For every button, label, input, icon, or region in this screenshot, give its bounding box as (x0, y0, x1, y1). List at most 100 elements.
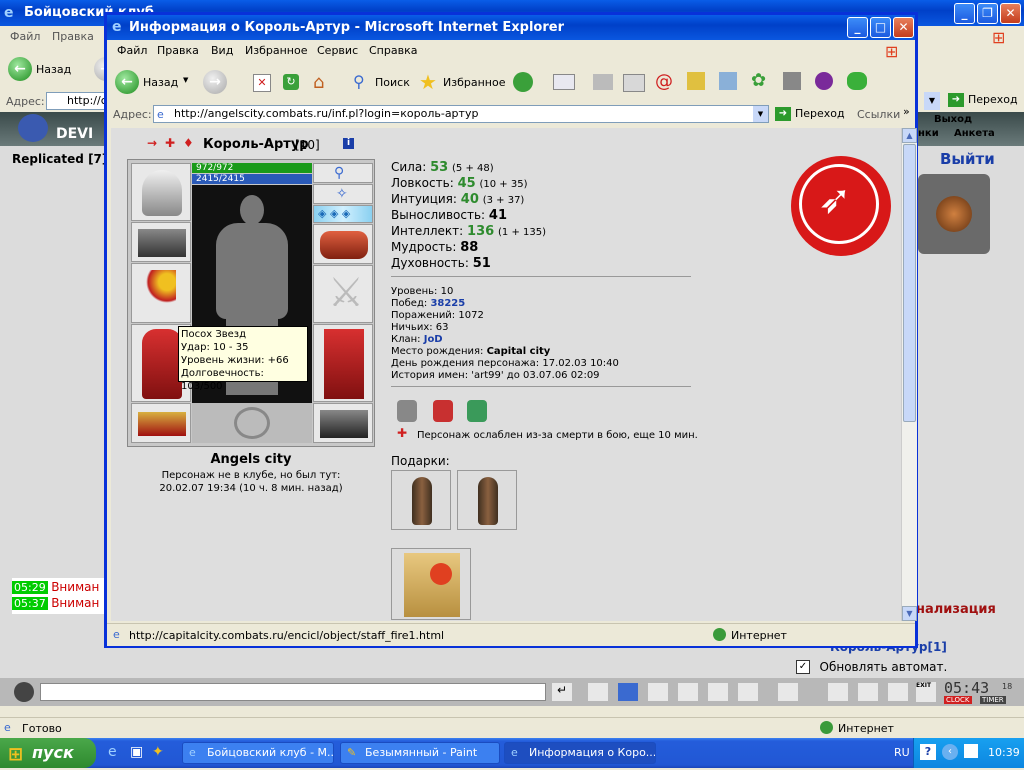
action-icon[interactable] (828, 683, 848, 701)
search-icon[interactable]: ⚲ (353, 72, 365, 91)
exit-button[interactable]: EXIT (916, 682, 936, 702)
tool-icon[interactable] (719, 72, 737, 90)
go-button[interactable]: ➜ Переход (775, 107, 845, 121)
rings-slot[interactable]: ◈ ◈ ◈ (313, 205, 373, 223)
legs-slot[interactable] (313, 324, 373, 402)
popup-close-button[interactable]: ✕ (893, 17, 914, 38)
helmet-slot[interactable] (131, 163, 191, 221)
top-link-exit[interactable]: Выход (934, 114, 972, 125)
scroll-up-button[interactable]: ▲ (902, 128, 917, 143)
top-link-links[interactable]: нки (918, 128, 939, 139)
music-icon[interactable] (738, 683, 758, 701)
gloves-slot[interactable] (313, 224, 373, 264)
shield-slot[interactable]: ⚔ (313, 265, 373, 323)
boots-slot[interactable] (313, 403, 373, 443)
clan-value[interactable]: JoD (424, 334, 443, 345)
quicklaunch-desktop-icon[interactable]: ▣ (130, 744, 143, 760)
language-indicator[interactable]: RU (894, 746, 910, 759)
belt-slot[interactable] (131, 403, 191, 443)
address-dropdown-icon[interactable]: ▼ (753, 106, 768, 122)
fight-icon[interactable] (678, 683, 698, 701)
compass-widget[interactable] (918, 174, 990, 254)
private-message-icon[interactable]: → (147, 136, 157, 150)
bg-go-button[interactable]: ➜ Переход (948, 93, 1018, 107)
gift-item[interactable] (391, 470, 451, 530)
info-icon[interactable]: i (343, 138, 354, 149)
bg-menu-file[interactable]: Файл (10, 30, 40, 43)
start-button[interactable]: ⊞ пуск (0, 738, 96, 768)
send-icon[interactable]: ↵ (552, 683, 572, 701)
favorites-star-icon[interactable]: ★ (419, 70, 437, 94)
bg-maximize-button[interactable]: ❐ (977, 3, 998, 24)
forward-arrow-icon[interactable]: → (203, 70, 227, 94)
search-label[interactable]: Поиск (375, 76, 410, 89)
timer-button[interactable]: TIMER (980, 696, 1006, 704)
back-label[interactable]: Назад (143, 76, 178, 89)
popup-maximize-button[interactable]: □ (870, 17, 891, 38)
exit-link[interactable]: Выйти (940, 150, 995, 168)
home-icon[interactable]: ⌂ (313, 72, 324, 93)
quicklaunch-ie-icon[interactable]: e (108, 744, 117, 760)
mail-icon[interactable] (553, 74, 575, 90)
clock-button[interactable]: CLOCK (944, 696, 972, 704)
popup-minimize-button[interactable]: _ (847, 17, 868, 38)
tool-icon[interactable] (687, 72, 705, 90)
popup-scrollbar[interactable]: ▲ ▼ (901, 128, 917, 621)
back-arrow-icon[interactable]: ← (115, 70, 139, 94)
refresh-icon[interactable]: ↻ (283, 74, 299, 90)
fraction-icon[interactable] (708, 683, 728, 701)
taskbar-item-info[interactable]: e Информация о Коро... (504, 742, 656, 764)
save-icon[interactable] (648, 683, 668, 701)
amulet-slot[interactable]: ✧ (313, 184, 373, 204)
menu-tools[interactable]: Сервис (317, 44, 358, 57)
bg-back-arrow-icon[interactable]: ← (8, 57, 32, 81)
favorites-label[interactable]: Избранное (443, 76, 505, 89)
bg-close-button[interactable]: ✕ (1000, 3, 1021, 24)
history-icon[interactable] (513, 72, 533, 92)
chevron-right-icon[interactable]: » (903, 105, 910, 118)
menu-file[interactable]: Файл (117, 44, 147, 57)
auto-update-checkbox[interactable]: ✓ (796, 660, 810, 674)
taskbar-item-paint[interactable]: ✎ Безымянный - Paint (340, 742, 500, 764)
yahoo-icon[interactable] (815, 72, 833, 90)
ring-slot[interactable]: ⚲ (313, 163, 373, 183)
stop-icon[interactable]: ✕ (253, 74, 271, 92)
bg-address-input[interactable]: http://c (46, 92, 107, 110)
tray-app-icon[interactable] (964, 744, 978, 758)
messenger-icon[interactable] (847, 72, 867, 90)
weapon-slot[interactable] (131, 263, 191, 323)
address-input[interactable]: e http://angelscity.combats.ru/inf.pl?lo… (153, 105, 769, 123)
menu-favorites[interactable]: Избранное (245, 44, 307, 57)
at-icon[interactable]: @ (655, 71, 673, 92)
quicklaunch-icon[interactable]: ✦ (152, 744, 164, 760)
back-dropdown-icon[interactable]: ▼ (183, 76, 188, 84)
scroll-down-button[interactable]: ▼ (902, 606, 917, 621)
top-link-anketa[interactable]: Анкета (954, 128, 995, 139)
tool-icon[interactable] (783, 72, 801, 90)
gift-item[interactable] (457, 470, 517, 530)
links-label[interactable]: Ссылки (857, 108, 900, 121)
smile-icon[interactable] (778, 683, 798, 701)
icq-icon[interactable]: ✿ (751, 70, 766, 91)
action-icon[interactable] (888, 683, 908, 701)
chat-input[interactable] (40, 683, 546, 701)
chat-mode-icon[interactable] (14, 682, 34, 702)
gift-item[interactable] (391, 548, 471, 620)
filter-icon[interactable] (618, 683, 638, 701)
bg-menu-edit[interactable]: Правка (52, 30, 94, 43)
taskbar-item-fightclub[interactable]: e Бойцовский клуб - М... (182, 742, 334, 764)
action-icon[interactable] (858, 683, 878, 701)
help-icon[interactable]: ? (920, 744, 936, 760)
menu-view[interactable]: Вид (211, 44, 233, 57)
print-icon[interactable] (593, 74, 613, 90)
clear-icon[interactable] (588, 683, 608, 701)
scroll-thumb[interactable] (903, 144, 916, 422)
menu-help[interactable]: Справка (369, 44, 417, 57)
bg-address-dropdown-icon[interactable]: ▼ (924, 92, 940, 110)
bg-back-label[interactable]: Назад (36, 63, 71, 76)
menu-edit[interactable]: Правка (157, 44, 199, 57)
bracers-slot[interactable] (131, 222, 191, 262)
tray-collapse-icon[interactable]: ‹ (942, 744, 958, 760)
bg-minimize-button[interactable]: _ (954, 3, 975, 24)
edit-icon[interactable] (623, 74, 645, 92)
